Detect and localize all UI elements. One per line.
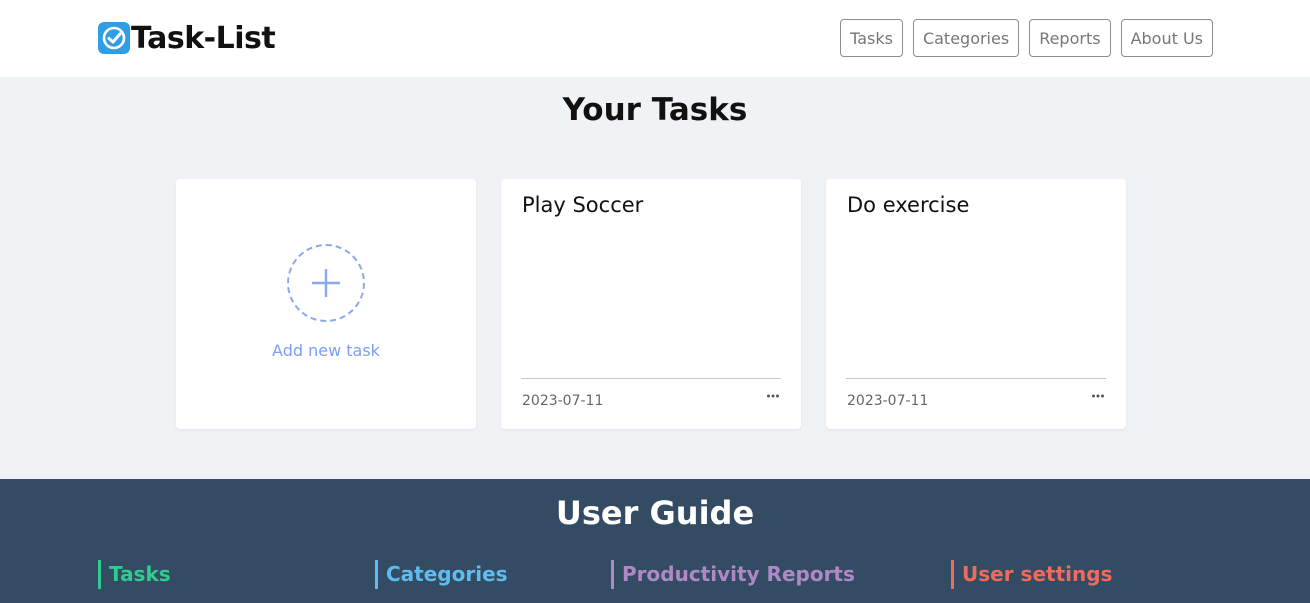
plus-icon — [312, 269, 340, 297]
add-task-label[interactable]: Add new task — [176, 341, 476, 360]
task-divider — [846, 378, 1106, 379]
page-title: Your Tasks — [562, 92, 748, 128]
task-date: 2023-07-11 — [847, 393, 929, 409]
more-options-icon[interactable] — [766, 389, 780, 403]
brand-logo[interactable]: Task-List — [98, 20, 276, 56]
guide-user-settings-link[interactable]: User settings — [951, 560, 1112, 589]
task-title: Play Soccer — [522, 193, 644, 217]
nav-about-us-button[interactable]: About Us — [1120, 19, 1213, 57]
task-title: Do exercise — [847, 193, 970, 217]
task-card[interactable]: Do exercise 2023-07-11 — [826, 179, 1126, 429]
guide-tasks-link[interactable]: Tasks — [98, 560, 171, 589]
add-task-circle[interactable] — [287, 244, 365, 322]
main-nav: Tasks Categories Reports About Us — [840, 19, 1213, 57]
top-header: Task-List Tasks Categories Reports About… — [0, 0, 1310, 77]
guide-categories-link[interactable]: Categories — [375, 560, 508, 589]
task-card[interactable]: Play Soccer 2023-07-11 — [501, 179, 801, 429]
task-date: 2023-07-11 — [522, 393, 604, 409]
task-divider — [521, 378, 781, 379]
nav-tasks-button[interactable]: Tasks — [840, 19, 903, 57]
more-options-icon[interactable] — [1091, 389, 1105, 403]
user-guide-footer: User Guide Tasks Categories Productivity… — [0, 479, 1310, 603]
guide-productivity-reports-link[interactable]: Productivity Reports — [611, 560, 855, 589]
footer-title: User Guide — [555, 494, 755, 532]
nav-categories-button[interactable]: Categories — [912, 19, 1020, 57]
brand-title: Task-List — [131, 20, 276, 56]
nav-reports-button[interactable]: Reports — [1029, 19, 1111, 57]
checkmark-icon — [98, 22, 130, 54]
add-task-card[interactable]: Add new task — [176, 179, 476, 429]
